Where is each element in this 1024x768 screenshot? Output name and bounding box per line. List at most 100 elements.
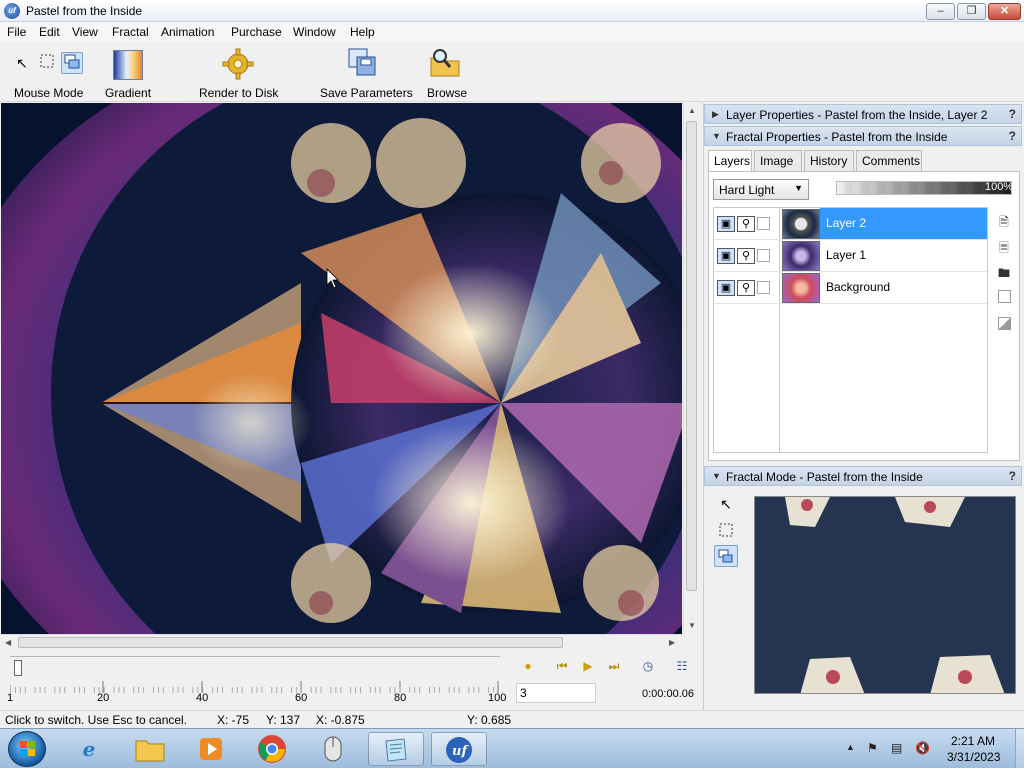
help-icon[interactable]: ? — [1009, 469, 1016, 483]
fractal-properties-header[interactable]: ▼ Fractal Properties - Pastel from the I… — [704, 126, 1022, 146]
collapse-arrow-icon[interactable]: ▼ — [712, 131, 721, 141]
layer-zoom-icon[interactable]: ⚲ — [737, 216, 755, 232]
internet-explorer-icon[interactable]: e — [61, 732, 117, 766]
ultra-fractal-icon[interactable]: uf — [431, 732, 487, 766]
layer-lock-checkbox[interactable] — [757, 217, 770, 230]
menu-animation[interactable]: Animation — [161, 25, 214, 39]
show-desktop-button[interactable] — [1015, 729, 1024, 768]
new-mask-icon[interactable] — [998, 290, 1011, 303]
fractal-properties-title: Fractal Properties - Pastel from the Ins… — [726, 130, 948, 144]
volume-muted-icon[interactable]: 🔇 — [915, 741, 930, 755]
layer-lock-checkbox[interactable] — [757, 281, 770, 294]
layer-row[interactable]: ▣ ⚲ Layer 1 — [714, 240, 987, 272]
layer-visible-icon[interactable]: ▣ — [717, 248, 735, 264]
file-explorer-icon[interactable] — [122, 732, 178, 766]
save-parameters-label[interactable]: Save Parameters — [320, 86, 413, 100]
animation-time: 0:00:00.06 — [642, 688, 694, 700]
help-icon[interactable]: ? — [1009, 107, 1016, 121]
menu-view[interactable]: View — [72, 25, 98, 39]
play-icon[interactable]: ▶ — [579, 658, 597, 674]
minimize-button[interactable]: – — [926, 3, 955, 20]
layer-zoom-icon[interactable]: ⚲ — [737, 280, 755, 296]
notepad-app-icon[interactable] — [368, 732, 424, 766]
menu-purchase[interactable]: Purchase — [231, 25, 282, 39]
add-layer-icon[interactable]: 🗎 — [996, 214, 1012, 230]
go-to-start-icon[interactable]: ⏮ — [553, 658, 571, 674]
mask-gradient-icon[interactable] — [998, 317, 1011, 330]
browse-folder-icon[interactable] — [428, 46, 462, 80]
scroll-down-icon[interactable]: ▼ — [688, 621, 696, 630]
tab-history[interactable]: History — [804, 150, 854, 172]
layer-row[interactable]: ▣ ⚲ Layer 2 — [714, 208, 987, 240]
zoom-box-icon[interactable] — [714, 519, 738, 541]
maximize-button[interactable]: ❐ — [957, 3, 986, 20]
switch-mode-icon[interactable] — [61, 52, 83, 74]
network-icon[interactable]: ▤ — [891, 741, 902, 755]
fractal-mode-header[interactable]: ▼ Fractal Mode - Pastel from the Inside … — [704, 466, 1022, 486]
scroll-left-icon[interactable]: ◀ — [5, 638, 11, 647]
show-hidden-icons-icon[interactable]: ▲ — [846, 742, 855, 752]
layer-visible-icon[interactable]: ▣ — [717, 280, 735, 296]
menu-window[interactable]: Window — [293, 25, 336, 39]
chrome-icon[interactable] — [244, 732, 300, 766]
layer-name[interactable]: Background — [820, 272, 987, 303]
switch-mode-icon[interactable] — [714, 545, 738, 567]
fractal-mode-preview[interactable] — [754, 496, 1016, 694]
menu-help[interactable]: Help — [350, 25, 375, 39]
tab-image[interactable]: Image — [754, 150, 802, 172]
render-to-disk-label[interactable]: Render to Disk — [199, 86, 278, 100]
help-icon[interactable]: ? — [1009, 129, 1016, 143]
close-button[interactable]: ✕ — [988, 3, 1021, 20]
go-to-end-icon[interactable]: ⏭ — [605, 658, 623, 674]
delete-layer-icon[interactable]: 🗏 — [996, 240, 1012, 256]
gradient-label[interactable]: Gradient — [105, 86, 151, 100]
vertical-scroll-thumb[interactable] — [686, 121, 697, 591]
layer-zoom-icon[interactable]: ⚲ — [737, 248, 755, 264]
action-center-flag-icon[interactable]: ⚑ — [867, 741, 878, 755]
blend-mode-select[interactable]: Hard Light ▼ — [713, 179, 809, 200]
layer-properties-header[interactable]: ▶ Layer Properties - Pastel from the Ins… — [704, 104, 1022, 124]
layer-row[interactable]: ▣ ⚲ Background — [714, 272, 987, 304]
scroll-right-icon[interactable]: ▶ — [669, 638, 675, 647]
gradient-icon[interactable] — [113, 50, 143, 80]
tab-layers[interactable]: Layers — [708, 150, 752, 173]
scroll-up-icon[interactable]: ▲ — [688, 106, 696, 115]
menu-edit[interactable]: Edit — [39, 25, 60, 39]
horizontal-scroll-thumb[interactable] — [18, 637, 563, 648]
start-button[interactable] — [8, 731, 46, 767]
clock-time[interactable]: 2:21 AM — [951, 734, 995, 748]
render-gear-icon[interactable] — [222, 48, 254, 80]
menu-fractal[interactable]: Fractal — [112, 25, 149, 39]
tick-label: 1 — [7, 692, 14, 704]
layer-visible-icon[interactable]: ▣ — [717, 216, 735, 232]
horizontal-scrollbar[interactable]: ◀ ▶ — [1, 634, 682, 649]
frame-input[interactable] — [516, 683, 596, 703]
save-parameters-icon[interactable] — [346, 46, 380, 80]
select-arrow-icon[interactable]: ↖ — [714, 493, 738, 515]
timeline-track[interactable] — [10, 656, 500, 693]
layer-lock-checkbox[interactable] — [757, 249, 770, 262]
record-keyframe-icon[interactable]: ● — [519, 658, 537, 674]
collapse-arrow-icon[interactable]: ▼ — [712, 471, 721, 481]
select-arrow-icon[interactable]: ↖ — [11, 52, 33, 74]
tick-label: 40 — [196, 692, 209, 704]
tick-label: 100 — [488, 692, 507, 704]
timeline-handle[interactable] — [14, 660, 22, 676]
clock-date[interactable]: 3/31/2023 — [947, 750, 1000, 764]
fractal-canvas[interactable] — [1, 103, 682, 634]
mouse-app-icon[interactable] — [305, 732, 361, 766]
vertical-scrollbar[interactable]: ▲ ▼ — [683, 103, 698, 634]
browse-label[interactable]: Browse — [427, 86, 467, 100]
media-player-icon[interactable] — [183, 732, 239, 766]
layer-name[interactable]: Layer 1 — [820, 240, 987, 271]
layer-thumbnail — [782, 273, 820, 303]
expand-arrow-icon[interactable]: ▶ — [712, 109, 719, 120]
keyframe-options-icon[interactable]: ☷ — [673, 658, 691, 674]
add-folder-icon[interactable]: 🖿 — [996, 265, 1012, 281]
window-title: Pastel from the Inside — [26, 4, 143, 18]
menu-file[interactable]: File — [7, 25, 26, 39]
animation-settings-icon[interactable]: ◷ — [639, 658, 657, 674]
tab-comments[interactable]: Comments — [856, 150, 922, 172]
zoom-box-icon[interactable] — [36, 52, 58, 74]
layer-name[interactable]: Layer 2 — [820, 208, 987, 239]
